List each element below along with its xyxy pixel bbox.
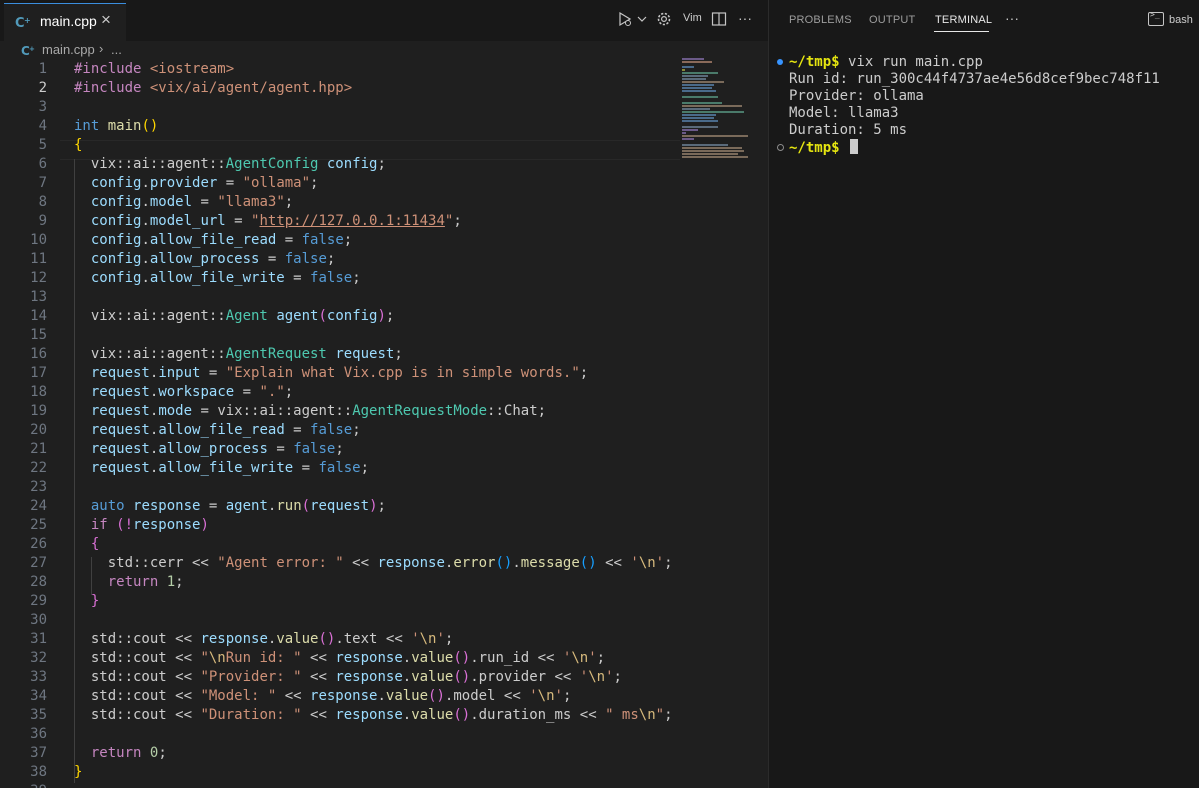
vscode-window: C + main.cpp × Vim ··· C + main.cpp › ..… bbox=[0, 0, 1199, 788]
code-line-13: 13 bbox=[30, 289, 47, 305]
code-line-4: 4 int main() bbox=[38, 118, 159, 134]
code-line-14: 14 vix::ai::agent::Agent agent(config); bbox=[30, 308, 395, 324]
terminal-icon bbox=[1148, 10, 1164, 26]
vim-mode-indicator[interactable]: Vim bbox=[683, 12, 702, 24]
code-line-35: 35 std::cout << "Duration: " << response… bbox=[30, 707, 673, 723]
split-editor-icon[interactable] bbox=[711, 11, 727, 31]
terminal-line: Duration: 5 ms bbox=[789, 122, 908, 138]
code-line-34: 34 std::cout << "Model: " << response.va… bbox=[30, 688, 572, 704]
terminal-line: Run id: run_300c44f4737ae4e56d8cef9bec74… bbox=[789, 71, 1160, 87]
terminal-cursor bbox=[850, 139, 859, 154]
code-line-17: 17 request.input = "Explain what Vix.cpp… bbox=[30, 365, 589, 381]
minimap[interactable] bbox=[682, 58, 754, 158]
terminal-line: Provider: ollama bbox=[789, 88, 924, 104]
code-line-31: 31 std::cout << response.value().text <<… bbox=[30, 631, 454, 647]
command-idle-decoration-icon[interactable] bbox=[777, 144, 784, 151]
code-line-3: 3 bbox=[38, 99, 47, 115]
breadcrumb-file[interactable]: main.cpp bbox=[42, 42, 95, 57]
code-line-22: 22 request.allow_file_write = false; bbox=[30, 460, 370, 476]
code-line-6: 6 vix::ai::agent::AgentConfig config; bbox=[38, 156, 386, 172]
breadcrumb: C + main.cpp › ... bbox=[0, 41, 768, 59]
code-line-26: 26 { bbox=[30, 536, 100, 552]
gear-icon[interactable] bbox=[656, 11, 672, 31]
code-line-8: 8 config.model = "llama3"; bbox=[38, 194, 294, 210]
active-tab-indicator bbox=[934, 31, 989, 32]
code-line-15: 15 bbox=[30, 327, 47, 343]
code-line-11: 11 config.allow_process = false; bbox=[30, 251, 336, 267]
tab-output[interactable]: OUTPUT bbox=[869, 14, 915, 26]
tab-main-cpp[interactable]: C + main.cpp × bbox=[4, 3, 126, 41]
svg-text:+: + bbox=[24, 16, 31, 25]
code-line-16: 16 vix::ai::agent::AgentRequest request; bbox=[30, 346, 403, 362]
chevron-right-icon: › bbox=[99, 41, 104, 56]
more-actions-icon[interactable]: ··· bbox=[1005, 10, 1019, 26]
chevron-down-icon[interactable] bbox=[637, 13, 647, 31]
url-link[interactable]: http://127.0.0.1:11434 bbox=[259, 213, 444, 229]
code-line-38: 38} bbox=[30, 764, 83, 780]
cpp-file-icon: C + bbox=[21, 44, 35, 58]
run-debug-icon[interactable] bbox=[617, 11, 633, 31]
code-line-25: 25 if (!response) bbox=[30, 517, 209, 533]
code-line-18: 18 request.workspace = "."; bbox=[30, 384, 294, 400]
terminal-shell-label[interactable]: bash bbox=[1169, 14, 1193, 26]
terminal-line: Model: llama3 bbox=[789, 105, 899, 121]
code-line-24: 24 auto response = agent.run(request); bbox=[30, 498, 386, 514]
code-line-30: 30 bbox=[30, 612, 47, 628]
close-tab-icon[interactable]: × bbox=[101, 10, 111, 30]
tab-label: main.cpp bbox=[40, 13, 97, 29]
tab-terminal[interactable]: TERMINAL bbox=[935, 14, 992, 26]
code-line-28: 28 return 1; bbox=[30, 574, 184, 590]
code-line-33: 33 std::cout << "Provider: " << response… bbox=[30, 669, 622, 685]
editor-group: C + main.cpp × Vim ··· C + main.cpp › ..… bbox=[0, 0, 768, 788]
code-line-19: 19 request.mode = vix::ai::agent::AgentR… bbox=[30, 403, 547, 419]
code-line-20: 20 request.allow_file_read = false; bbox=[30, 422, 361, 438]
code-line-36: 36 bbox=[30, 726, 47, 742]
terminal-line: ~/tmp$ vix run main.cpp bbox=[789, 54, 983, 70]
more-actions-icon[interactable]: ··· bbox=[738, 9, 752, 27]
svg-text:+: + bbox=[29, 45, 35, 53]
code-line-5: 5{ bbox=[38, 137, 83, 153]
code-line-1: 1 #include <iostream> bbox=[38, 61, 235, 77]
terminal-prompt-line: ~/tmp$ bbox=[789, 139, 859, 156]
command-success-decoration-icon[interactable] bbox=[777, 59, 783, 65]
code-line-27: 27 std::cerr << "Agent error: " << respo… bbox=[30, 555, 673, 571]
tab-problems[interactable]: PROBLEMS bbox=[789, 14, 852, 26]
code-line-21: 21 request.allow_process = false; bbox=[30, 441, 344, 457]
code-line-12: 12 config.allow_file_write = false; bbox=[30, 270, 361, 286]
code-line-7: 7 config.provider = "ollama"; bbox=[38, 175, 319, 191]
terminal-panel: PROBLEMS OUTPUT TERMINAL ··· bash ~/tmp$… bbox=[769, 0, 1199, 788]
code-line-10: 10 config.allow_file_read = false; bbox=[30, 232, 353, 248]
code-line-23: 23 bbox=[30, 479, 47, 495]
code-line-37: 37 return 0; bbox=[30, 745, 167, 761]
code-line-2: 2 #include <vix/ai/agent/agent.hpp> bbox=[38, 80, 353, 96]
code-editor[interactable]: 1 #include <iostream> 2 #include <vix/ai/a… bbox=[0, 60, 680, 788]
code-line-29: 29 } bbox=[30, 593, 100, 609]
code-line-9: 9 config.model_url = "http://127.0.0.1:1… bbox=[38, 213, 462, 229]
cpp-file-icon: C + bbox=[15, 16, 31, 31]
code-line-32: 32 std::cout << "\nRun id: " << response… bbox=[30, 650, 606, 666]
breadcrumb-symbols[interactable]: ... bbox=[111, 42, 122, 57]
code-line-39: 39 bbox=[0, 782, 680, 788]
editor-tab-bar: C + main.cpp × Vim ··· bbox=[0, 0, 768, 41]
